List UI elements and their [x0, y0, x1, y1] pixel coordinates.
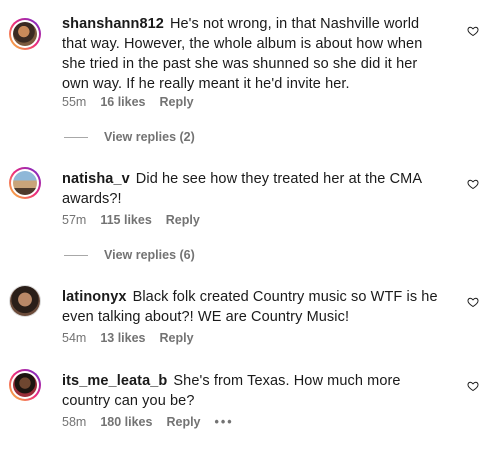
view-replies-label: View replies (6): [104, 248, 195, 262]
comment-time: 58m: [62, 415, 87, 429]
comment-text: shanshann812 He's not wrong, in that Nash…: [62, 14, 447, 94]
heart-icon[interactable]: [467, 380, 479, 392]
heart-icon[interactable]: [467, 25, 479, 37]
like-count[interactable]: 180 likes: [100, 415, 152, 429]
avatar[interactable]: [9, 167, 41, 199]
reply-button[interactable]: Reply: [166, 415, 200, 429]
comment-username[interactable]: latinonyx: [62, 289, 127, 305]
comment-username[interactable]: natisha_v: [62, 171, 130, 187]
reply-button[interactable]: Reply: [166, 213, 200, 227]
view-replies-button[interactable]: View replies (6): [64, 248, 195, 262]
comment-meta: 57m 115 likes Reply: [62, 213, 214, 227]
divider-line: [64, 136, 88, 138]
heart-icon[interactable]: [467, 178, 479, 190]
like-count[interactable]: 115 likes: [100, 213, 151, 227]
reply-button[interactable]: Reply: [160, 95, 194, 109]
comment-text: natisha_v Did he see how they treated her…: [62, 169, 447, 209]
avatar[interactable]: [9, 285, 41, 317]
comment-meta: 58m 180 likes Reply •••: [62, 415, 248, 429]
comment-username[interactable]: its_me_leata_b: [62, 373, 167, 389]
like-count[interactable]: 16 likes: [100, 95, 145, 109]
view-replies-label: View replies (2): [104, 130, 195, 144]
comment-time: 55m: [62, 95, 87, 109]
comment-username[interactable]: shanshann812: [62, 16, 164, 32]
avatar[interactable]: [9, 18, 41, 50]
view-replies-button[interactable]: View replies (2): [64, 130, 195, 144]
comment-text: latinonyx Black folk created Country musi…: [62, 287, 447, 327]
comment-meta: 55m 16 likes Reply: [62, 95, 208, 109]
comment-time: 57m: [62, 213, 87, 227]
avatar[interactable]: [9, 369, 41, 401]
divider-line: [64, 254, 88, 256]
like-count[interactable]: 13 likes: [100, 331, 145, 345]
comment-text: its_me_leata_b She's from Texas. How much…: [62, 371, 447, 411]
more-options-icon[interactable]: •••: [215, 415, 234, 429]
comment-time: 54m: [62, 331, 87, 345]
comment-meta: 54m 13 likes Reply: [62, 331, 208, 345]
heart-icon[interactable]: [467, 296, 479, 308]
reply-button[interactable]: Reply: [160, 331, 194, 345]
